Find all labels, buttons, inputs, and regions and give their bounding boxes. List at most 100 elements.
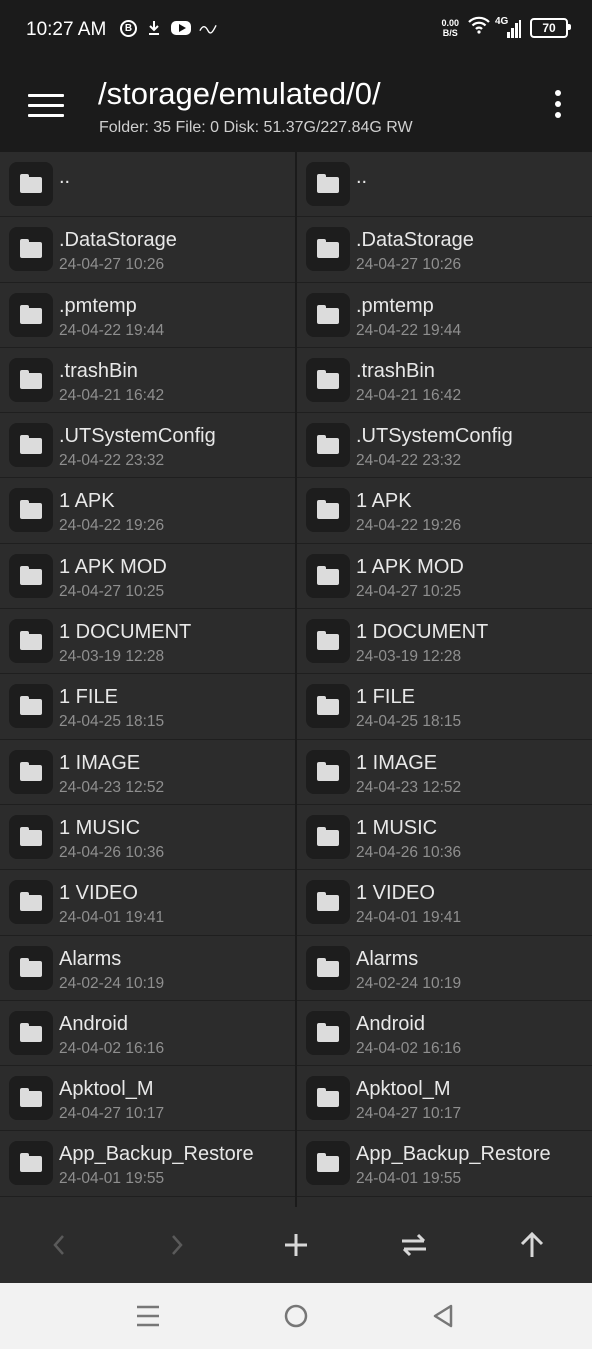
folder-date: 24-02-24 10:19 — [356, 974, 462, 992]
folder-row[interactable]: 1 DOCUMENT 24-03-19 12:28 — [0, 609, 295, 675]
back-triangle-icon[interactable] — [428, 1301, 458, 1331]
folder-name: 1 APK — [356, 490, 412, 513]
folder-name: .pmtemp — [59, 294, 137, 317]
net-speed-value: 0.00 — [441, 17, 459, 28]
folder-icon[interactable] — [306, 488, 350, 533]
folder-icon[interactable] — [9, 553, 53, 598]
folder-row[interactable]: .pmtemp 24-04-22 19:44 — [297, 283, 592, 348]
folder-icon[interactable] — [306, 162, 350, 206]
folder-icon[interactable] — [9, 1141, 53, 1186]
folder-row[interactable]: 1 MUSIC 24-04-26 10:36 — [0, 805, 295, 871]
forward-icon[interactable] — [159, 1227, 195, 1263]
folder-icon[interactable] — [306, 423, 350, 468]
recents-icon[interactable] — [133, 1301, 163, 1331]
folder-icon[interactable] — [9, 684, 53, 729]
folder-row[interactable]: App_Backup_Restore 24-04-01 19:55 — [0, 1131, 295, 1197]
folder-icon[interactable] — [9, 162, 53, 206]
folder-icon[interactable] — [9, 357, 53, 402]
folder-icon[interactable] — [9, 423, 53, 468]
folder-icon[interactable] — [306, 227, 350, 272]
folder-row[interactable]: App_Backup_Restore 24-04-01 19:55 — [297, 1131, 592, 1197]
folder-date: 24-04-25 18:15 — [59, 713, 165, 731]
folder-row[interactable]: 1 IMAGE 24-04-23 12:52 — [297, 740, 592, 805]
folder-row[interactable]: 1 VIDEO 24-04-01 19:41 — [297, 870, 592, 936]
folder-date: 24-04-22 19:44 — [59, 321, 165, 339]
swap-icon[interactable] — [396, 1227, 432, 1263]
folder-row[interactable]: 1 APK MOD 24-04-27 10:25 — [297, 544, 592, 610]
folder-row[interactable]: Android 24-04-02 16:16 — [0, 1001, 295, 1067]
folder-icon[interactable] — [306, 553, 350, 598]
folder-icon[interactable] — [9, 488, 53, 533]
folder-icon[interactable] — [306, 814, 350, 859]
status-time: 10:27 AM — [26, 19, 107, 40]
back-icon[interactable] — [41, 1227, 77, 1263]
more-options-icon[interactable] — [554, 90, 562, 122]
folder-name: 1 DOCUMENT — [59, 621, 192, 644]
folder-date: 24-04-27 10:25 — [356, 582, 462, 600]
folder-name: 1 APK MOD — [356, 555, 464, 578]
folder-date: 24-04-21 16:42 — [59, 386, 165, 404]
folder-icon[interactable] — [9, 1076, 53, 1121]
folder-name: Apktool_M — [59, 1078, 154, 1101]
folder-icon[interactable] — [9, 814, 53, 859]
folder-name: 1 VIDEO — [356, 882, 435, 905]
folder-row[interactable]: 1 APK 24-04-22 19:26 — [0, 478, 295, 544]
folder-icon[interactable] — [306, 684, 350, 729]
add-icon[interactable] — [278, 1227, 314, 1263]
folder-row[interactable]: .UTSystemConfig 24-04-22 23:32 — [0, 413, 295, 479]
folder-row[interactable]: .DataStorage 24-04-27 10:26 — [0, 217, 295, 283]
folder-row[interactable]: .DataStorage 24-04-27 10:26 — [297, 217, 592, 283]
folder-row[interactable]: 1 DOCUMENT 24-03-19 12:28 — [297, 609, 592, 675]
folder-row[interactable]: 1 FILE 24-04-25 18:15 — [297, 674, 592, 740]
hamburger-menu-icon[interactable] — [28, 94, 64, 118]
left-pane[interactable]: .. .DataStorage 24-04-27 10:26 .pmtemp 24-04… — [0, 152, 295, 1207]
folder-date: 24-04-02 16:16 — [356, 1039, 462, 1057]
folder-name: 1 DOCUMENT — [356, 621, 489, 644]
folder-row[interactable]: 1 APK MOD 24-04-27 10:25 — [0, 544, 295, 610]
folder-row[interactable]: 1 APK 24-04-22 19:26 — [297, 478, 592, 544]
folder-row[interactable]: .trashBin 24-04-21 16:42 — [0, 348, 295, 414]
up-arrow-icon[interactable] — [514, 1227, 550, 1263]
folder-row[interactable]: 1 VIDEO 24-04-01 19:41 — [0, 870, 295, 936]
bottom-toolbar — [0, 1207, 592, 1283]
system-navigation-bar — [0, 1283, 592, 1349]
folder-icon[interactable] — [9, 1010, 53, 1055]
folder-row[interactable]: Android 24-04-02 16:16 — [297, 1001, 592, 1067]
folder-icon[interactable] — [9, 880, 53, 925]
folder-icon[interactable] — [306, 749, 350, 794]
folder-name: 1 VIDEO — [59, 882, 138, 905]
folder-date: 24-04-22 23:32 — [356, 452, 462, 470]
app-logo-icon — [199, 19, 217, 37]
folder-icon[interactable] — [306, 1076, 350, 1121]
folder-row[interactable]: .pmtemp 24-04-22 19:44 — [0, 283, 295, 348]
folder-row[interactable]: Alarms 24-02-24 10:19 — [297, 936, 592, 1001]
folder-icon[interactable] — [306, 1141, 350, 1186]
right-pane[interactable]: .. .DataStorage 24-04-27 10:26 .pmtemp 24-04… — [297, 152, 592, 1207]
folder-name: .trashBin — [59, 359, 138, 382]
folder-row[interactable]: 1 MUSIC 24-04-26 10:36 — [297, 805, 592, 871]
folder-name: .. — [59, 166, 71, 188]
folder-icon[interactable] — [9, 227, 53, 272]
folder-row[interactable]: Apktool_M 24-04-27 10:17 — [0, 1066, 295, 1132]
folder-icon[interactable] — [9, 749, 53, 794]
folder-icon[interactable] — [9, 945, 53, 990]
folder-row[interactable]: Apktool_M 24-04-27 10:17 — [297, 1066, 592, 1132]
folder-icon[interactable] — [9, 292, 53, 337]
folder-icon[interactable] — [306, 880, 350, 925]
folder-icon[interactable] — [306, 1010, 350, 1055]
parent-folder-row[interactable]: .. — [0, 152, 295, 218]
folder-row[interactable]: .trashBin 24-04-21 16:42 — [297, 348, 592, 414]
folder-row[interactable]: Alarms 24-02-24 10:19 — [0, 936, 295, 1001]
parent-folder-row[interactable]: .. — [297, 152, 592, 218]
folder-icon[interactable] — [306, 945, 350, 990]
folder-icon[interactable] — [306, 292, 350, 337]
folder-date: 24-04-26 10:36 — [59, 843, 165, 861]
folder-icon[interactable] — [306, 357, 350, 402]
home-icon[interactable] — [281, 1301, 311, 1331]
folder-row[interactable]: 1 FILE 24-04-25 18:15 — [0, 674, 295, 740]
folder-icon[interactable] — [306, 619, 350, 664]
folder-row[interactable]: .UTSystemConfig 24-04-22 23:32 — [297, 413, 592, 479]
folder-icon[interactable] — [9, 619, 53, 664]
youtube-icon — [171, 21, 191, 35]
folder-row[interactable]: 1 IMAGE 24-04-23 12:52 — [0, 740, 295, 805]
